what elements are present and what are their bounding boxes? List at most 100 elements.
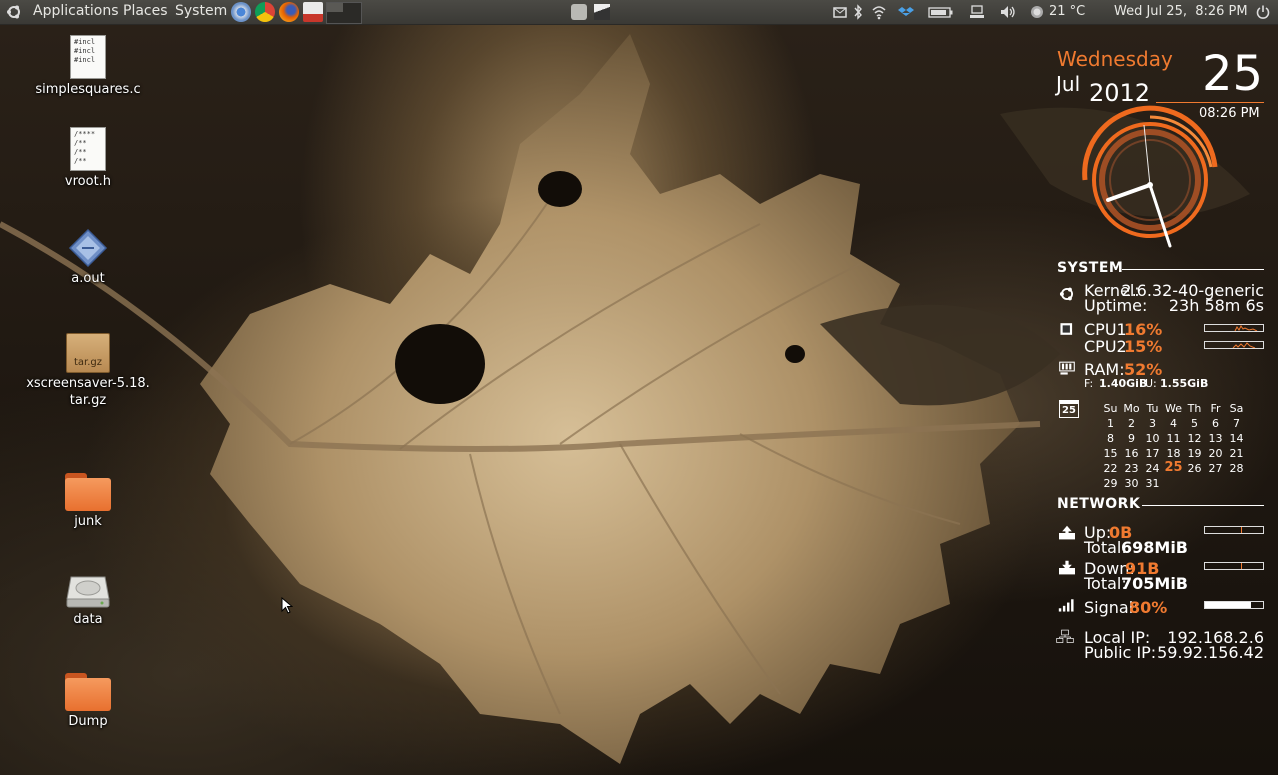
calendar-day: 30 <box>1124 477 1139 490</box>
calendar-day: 19 <box>1187 447 1202 460</box>
calendar-day: 20 <box>1208 447 1223 460</box>
weather-icon[interactable] <box>1029 4 1045 20</box>
desktop-icon-label: a.out <box>71 271 105 286</box>
calendar-day: 12 <box>1187 432 1202 445</box>
calendar-day: 17 <box>1145 447 1160 460</box>
calendar-day: 16 <box>1124 447 1139 460</box>
calendar-day: 2 <box>1128 417 1135 430</box>
down-total-value: 705MiB <box>1121 574 1188 593</box>
mail-icon[interactable] <box>832 4 848 20</box>
calendar-day: 9 <box>1128 432 1135 445</box>
calendar-weekday: Fr <box>1210 402 1221 415</box>
calendar-weekday: We <box>1165 402 1182 415</box>
panel-clock[interactable]: Wed Jul 25, 8:26 PM <box>1114 4 1248 19</box>
gnome-shell-icon[interactable] <box>571 4 587 20</box>
calendar-weekday: Sa <box>1229 402 1244 415</box>
folder-icon <box>65 473 111 511</box>
ram-free-value: 1.40GiB <box>1099 377 1148 390</box>
calendar-day: 15 <box>1103 447 1118 460</box>
desktop-icon-simplesquares[interactable]: #incl #incl #incl simplesquares.c <box>23 35 153 98</box>
desktop-icon-label: vroot.h <box>64 174 112 189</box>
pdf-viewer-launcher-icon[interactable] <box>303 2 323 22</box>
cpu-icon <box>1060 323 1073 335</box>
archive-file-icon: tar.gz <box>66 333 110 373</box>
power-icon[interactable] <box>1255 4 1271 20</box>
signal-bar-fill <box>1205 602 1252 608</box>
ram-used-value: 1.55GiB <box>1160 377 1209 390</box>
volume-icon[interactable] <box>999 4 1015 20</box>
cpu2-value: 15% <box>1124 337 1163 356</box>
clock-divider <box>1156 102 1264 103</box>
desktop-icon-a-out[interactable]: a.out <box>23 228 153 287</box>
battery-icon[interactable] <box>928 4 954 20</box>
system-heading: SYSTEM <box>1057 260 1124 276</box>
uptime-label: Uptime: <box>1084 296 1148 315</box>
weather-temperature[interactable]: 21 °C <box>1049 4 1085 19</box>
signal-value: 80% <box>1129 598 1168 617</box>
calendar-weekday: Th <box>1187 402 1202 415</box>
calendar-day: 27 <box>1208 462 1223 475</box>
top-panel: Applications Places System 21 °C Wed Jul… <box>0 0 1278 25</box>
calendar-day: 31 <box>1145 477 1160 490</box>
calendar-weekday: Su <box>1103 402 1118 415</box>
bluetooth-icon[interactable] <box>850 4 866 20</box>
download-icon <box>1059 560 1075 575</box>
c-source-file-icon: #incl #incl #incl <box>70 35 106 79</box>
desktop-icon-data[interactable]: data <box>23 573 153 628</box>
ram-free-label: F: <box>1084 377 1094 390</box>
hard-drive-icon <box>65 573 111 609</box>
calendar-day: 26 <box>1187 462 1202 475</box>
clapper-icon[interactable] <box>594 4 610 20</box>
signal-bar <box>1204 601 1264 609</box>
wifi-icon[interactable] <box>871 4 887 20</box>
calendar-day: 13 <box>1208 432 1223 445</box>
clock-weekday: Wednesday <box>1057 47 1173 71</box>
ubuntu-logo-icon[interactable] <box>6 4 22 20</box>
calendar-day: 3 <box>1149 417 1156 430</box>
calendar-day: 14 <box>1229 432 1244 445</box>
desktop-icon-dump[interactable]: Dump <box>23 673 153 730</box>
calendar-icon: 25 <box>1059 400 1079 418</box>
calendar-day: 4 <box>1170 417 1177 430</box>
up-total-value: 698MiB <box>1121 538 1188 557</box>
public-ip-value: 59.92.156.42 <box>1157 643 1264 662</box>
system-menu[interactable]: System <box>175 3 227 19</box>
updates-icon[interactable] <box>976 4 992 20</box>
chromium-launcher-icon[interactable] <box>231 2 251 22</box>
upload-graph <box>1204 526 1264 534</box>
calendar-icon-day: 25 <box>1062 405 1076 416</box>
desktop-icon-label: Dump <box>68 714 108 729</box>
conky-widget: Wednesday Jul 2012 25 08:26 PM SYSTEM Ke… <box>1050 40 1272 670</box>
chrome-launcher-icon[interactable] <box>255 2 275 22</box>
calendar-day: 21 <box>1229 447 1244 460</box>
desktop-icon-label: xscreensaver-5.18. <box>26 376 150 391</box>
public-ip-label: Public IP: <box>1084 643 1157 662</box>
calendar-today: 25 <box>1164 460 1183 475</box>
calendar-day: 6 <box>1212 417 1219 430</box>
calendar-day: 8 <box>1107 432 1114 445</box>
desktop-icon-xscreensaver-archive[interactable]: tar.gz xscreensaver-5.18. tar.gz <box>23 333 153 409</box>
analog-clock <box>1082 105 1218 248</box>
desktop-icon-junk[interactable]: junk <box>23 473 153 530</box>
archive-badge: tar.gz <box>73 357 103 368</box>
signal-strength-icon <box>1058 599 1074 612</box>
workspace-switcher[interactable] <box>326 2 362 24</box>
calendar-day: 7 <box>1233 417 1240 430</box>
desktop-icon-label: simplesquares.c <box>35 82 141 97</box>
network-computers-icon <box>1056 629 1074 643</box>
executable-file-icon <box>68 228 108 268</box>
header-file-icon: /****/**/**/** <box>70 127 106 171</box>
calendar-grid: Su Mo Tu We Th Fr Sa 1 2 3 4 5 6 7 8 9 10 11 12 13 14 15 16 17 1… <box>1100 402 1250 492</box>
clock-year: 2012 <box>1089 79 1151 107</box>
dropbox-icon[interactable] <box>898 4 914 20</box>
download-graph <box>1204 562 1264 570</box>
clock-month: Jul <box>1056 72 1081 96</box>
firefox-launcher-icon[interactable] <box>279 2 299 22</box>
mouse-pointer-icon <box>281 597 293 614</box>
calendar-weekday: Tu <box>1146 402 1159 415</box>
calendar-day: 22 <box>1103 462 1118 475</box>
applications-menu[interactable]: Applications <box>33 3 119 19</box>
places-menu[interactable]: Places <box>123 3 168 19</box>
desktop-icon-vroot[interactable]: /****/**/**/** vroot.h <box>23 127 153 190</box>
upload-icon <box>1059 525 1075 540</box>
